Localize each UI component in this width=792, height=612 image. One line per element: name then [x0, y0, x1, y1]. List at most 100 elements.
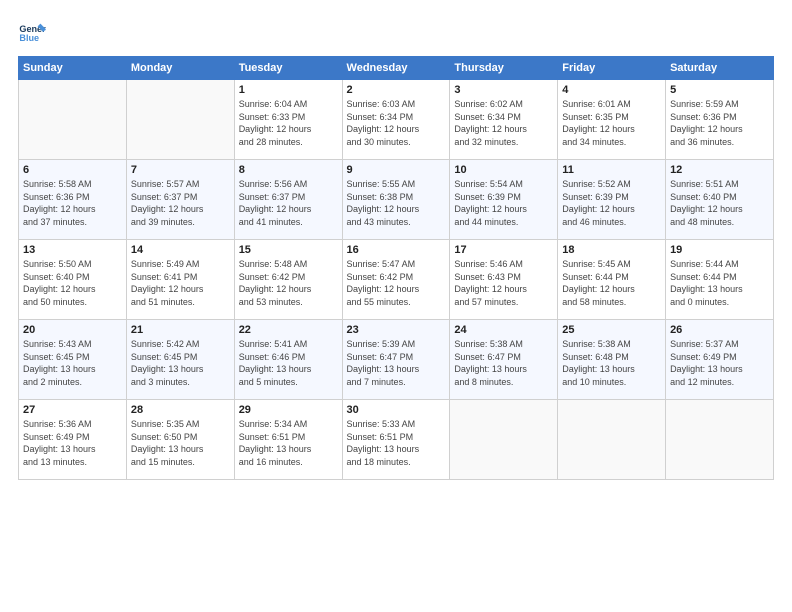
day-info: Sunrise: 5:46 AM Sunset: 6:43 PM Dayligh… [454, 258, 553, 308]
day-number: 4 [562, 84, 661, 96]
calendar-cell: 7 Sunrise: 5:57 AM Sunset: 6:37 PM Daylig… [126, 160, 234, 240]
weekday-header-tuesday: Tuesday [234, 57, 342, 80]
day-number: 20 [23, 324, 122, 336]
day-number: 2 [347, 84, 446, 96]
calendar-cell: 18 Sunrise: 5:45 AM Sunset: 6:44 PM Dayli… [558, 240, 666, 320]
day-number: 8 [239, 164, 338, 176]
day-number: 5 [670, 84, 769, 96]
day-info: Sunrise: 5:54 AM Sunset: 6:39 PM Dayligh… [454, 178, 553, 228]
day-number: 25 [562, 324, 661, 336]
calendar-cell: 5 Sunrise: 5:59 AM Sunset: 6:36 PM Daylig… [666, 80, 774, 160]
weekday-header-friday: Friday [558, 57, 666, 80]
day-number: 24 [454, 324, 553, 336]
calendar-cell: 23 Sunrise: 5:39 AM Sunset: 6:47 PM Dayli… [342, 320, 450, 400]
day-info: Sunrise: 5:57 AM Sunset: 6:37 PM Dayligh… [131, 178, 230, 228]
day-number: 23 [347, 324, 446, 336]
day-info: Sunrise: 6:04 AM Sunset: 6:33 PM Dayligh… [239, 98, 338, 148]
day-info: Sunrise: 5:39 AM Sunset: 6:47 PM Dayligh… [347, 338, 446, 388]
logo: General Blue [18, 18, 50, 46]
day-number: 15 [239, 244, 338, 256]
day-info: Sunrise: 5:41 AM Sunset: 6:46 PM Dayligh… [239, 338, 338, 388]
calendar-cell: 12 Sunrise: 5:51 AM Sunset: 6:40 PM Dayli… [666, 160, 774, 240]
calendar-cell: 21 Sunrise: 5:42 AM Sunset: 6:45 PM Dayli… [126, 320, 234, 400]
calendar-cell: 16 Sunrise: 5:47 AM Sunset: 6:42 PM Dayli… [342, 240, 450, 320]
day-number: 14 [131, 244, 230, 256]
calendar-cell: 4Sunrise: 6:01 AM Sunset: 6:35 PM Daylig… [558, 80, 666, 160]
weekday-header-monday: Monday [126, 57, 234, 80]
day-info: Sunrise: 5:58 AM Sunset: 6:36 PM Dayligh… [23, 178, 122, 228]
day-number: 11 [562, 164, 661, 176]
calendar-cell: 27 Sunrise: 5:36 AM Sunset: 6:49 PM Dayli… [19, 400, 127, 480]
calendar-cell: 20 Sunrise: 5:43 AM Sunset: 6:45 PM Dayli… [19, 320, 127, 400]
day-number: 9 [347, 164, 446, 176]
day-number: 30 [347, 404, 446, 416]
day-info: Sunrise: 5:38 AM Sunset: 6:47 PM Dayligh… [454, 338, 553, 388]
day-info: Sunrise: 5:45 AM Sunset: 6:44 PM Dayligh… [562, 258, 661, 308]
calendar-page: General Blue SundayMondayTuesdayWednesda… [0, 0, 792, 612]
day-number: 19 [670, 244, 769, 256]
day-number: 18 [562, 244, 661, 256]
calendar-cell: 19 Sunrise: 5:44 AM Sunset: 6:44 PM Dayli… [666, 240, 774, 320]
calendar-cell: 14 Sunrise: 5:49 AM Sunset: 6:41 PM Dayli… [126, 240, 234, 320]
day-info: Sunrise: 6:02 AM Sunset: 6:34 PM Dayligh… [454, 98, 553, 148]
day-info: Sunrise: 5:35 AM Sunset: 6:50 PM Dayligh… [131, 418, 230, 468]
day-number: 3 [454, 84, 553, 96]
calendar-cell: 10 Sunrise: 5:54 AM Sunset: 6:39 PM Dayli… [450, 160, 558, 240]
day-info: Sunrise: 5:56 AM Sunset: 6:37 PM Dayligh… [239, 178, 338, 228]
calendar-cell [126, 80, 234, 160]
header: General Blue [18, 18, 774, 46]
day-info: Sunrise: 6:03 AM Sunset: 6:34 PM Dayligh… [347, 98, 446, 148]
calendar-week-row: 13 Sunrise: 5:50 AM Sunset: 6:40 PM Dayli… [19, 240, 774, 320]
calendar-cell [558, 400, 666, 480]
day-info: Sunrise: 5:43 AM Sunset: 6:45 PM Dayligh… [23, 338, 122, 388]
calendar-cell: 8 Sunrise: 5:56 AM Sunset: 6:37 PM Daylig… [234, 160, 342, 240]
calendar-cell [450, 400, 558, 480]
svg-text:Blue: Blue [19, 33, 39, 43]
day-info: Sunrise: 5:36 AM Sunset: 6:49 PM Dayligh… [23, 418, 122, 468]
calendar-cell: 17Sunrise: 5:46 AM Sunset: 6:43 PM Dayli… [450, 240, 558, 320]
day-info: Sunrise: 5:49 AM Sunset: 6:41 PM Dayligh… [131, 258, 230, 308]
calendar-cell [19, 80, 127, 160]
calendar-week-row: 6 Sunrise: 5:58 AM Sunset: 6:36 PM Daylig… [19, 160, 774, 240]
calendar-cell: 25 Sunrise: 5:38 AM Sunset: 6:48 PM Dayli… [558, 320, 666, 400]
day-info: Sunrise: 5:47 AM Sunset: 6:42 PM Dayligh… [347, 258, 446, 308]
calendar-cell: 26 Sunrise: 5:37 AM Sunset: 6:49 PM Dayli… [666, 320, 774, 400]
calendar-cell: 30Sunrise: 5:33 AM Sunset: 6:51 PM Dayli… [342, 400, 450, 480]
day-number: 26 [670, 324, 769, 336]
calendar-cell: 13 Sunrise: 5:50 AM Sunset: 6:40 PM Dayli… [19, 240, 127, 320]
day-info: Sunrise: 5:44 AM Sunset: 6:44 PM Dayligh… [670, 258, 769, 308]
day-number: 6 [23, 164, 122, 176]
weekday-header-row: SundayMondayTuesdayWednesdayThursdayFrid… [19, 57, 774, 80]
day-number: 22 [239, 324, 338, 336]
day-info: Sunrise: 5:50 AM Sunset: 6:40 PM Dayligh… [23, 258, 122, 308]
calendar-week-row: 20 Sunrise: 5:43 AM Sunset: 6:45 PM Dayli… [19, 320, 774, 400]
logo-icon: General Blue [18, 18, 46, 46]
calendar-cell: 2 Sunrise: 6:03 AM Sunset: 6:34 PM Daylig… [342, 80, 450, 160]
calendar-cell: 29 Sunrise: 5:34 AM Sunset: 6:51 PM Dayli… [234, 400, 342, 480]
calendar-cell: 3 Sunrise: 6:02 AM Sunset: 6:34 PM Daylig… [450, 80, 558, 160]
day-info: Sunrise: 5:59 AM Sunset: 6:36 PM Dayligh… [670, 98, 769, 148]
day-info: Sunrise: 5:34 AM Sunset: 6:51 PM Dayligh… [239, 418, 338, 468]
day-number: 10 [454, 164, 553, 176]
day-info: Sunrise: 5:52 AM Sunset: 6:39 PM Dayligh… [562, 178, 661, 228]
day-number: 27 [23, 404, 122, 416]
day-number: 28 [131, 404, 230, 416]
day-number: 13 [23, 244, 122, 256]
day-info: Sunrise: 5:42 AM Sunset: 6:45 PM Dayligh… [131, 338, 230, 388]
day-number: 21 [131, 324, 230, 336]
day-number: 12 [670, 164, 769, 176]
weekday-header-wednesday: Wednesday [342, 57, 450, 80]
calendar-week-row: 1Sunrise: 6:04 AM Sunset: 6:33 PM Daylig… [19, 80, 774, 160]
day-info: Sunrise: 5:38 AM Sunset: 6:48 PM Dayligh… [562, 338, 661, 388]
calendar-cell: 6 Sunrise: 5:58 AM Sunset: 6:36 PM Daylig… [19, 160, 127, 240]
weekday-header-sunday: Sunday [19, 57, 127, 80]
calendar-cell: 9Sunrise: 5:55 AM Sunset: 6:38 PM Daylig… [342, 160, 450, 240]
day-number: 29 [239, 404, 338, 416]
calendar-cell: 24 Sunrise: 5:38 AM Sunset: 6:47 PM Dayli… [450, 320, 558, 400]
day-number: 16 [347, 244, 446, 256]
day-info: Sunrise: 5:51 AM Sunset: 6:40 PM Dayligh… [670, 178, 769, 228]
calendar-cell [666, 400, 774, 480]
weekday-header-saturday: Saturday [666, 57, 774, 80]
day-number: 7 [131, 164, 230, 176]
day-info: Sunrise: 5:37 AM Sunset: 6:49 PM Dayligh… [670, 338, 769, 388]
